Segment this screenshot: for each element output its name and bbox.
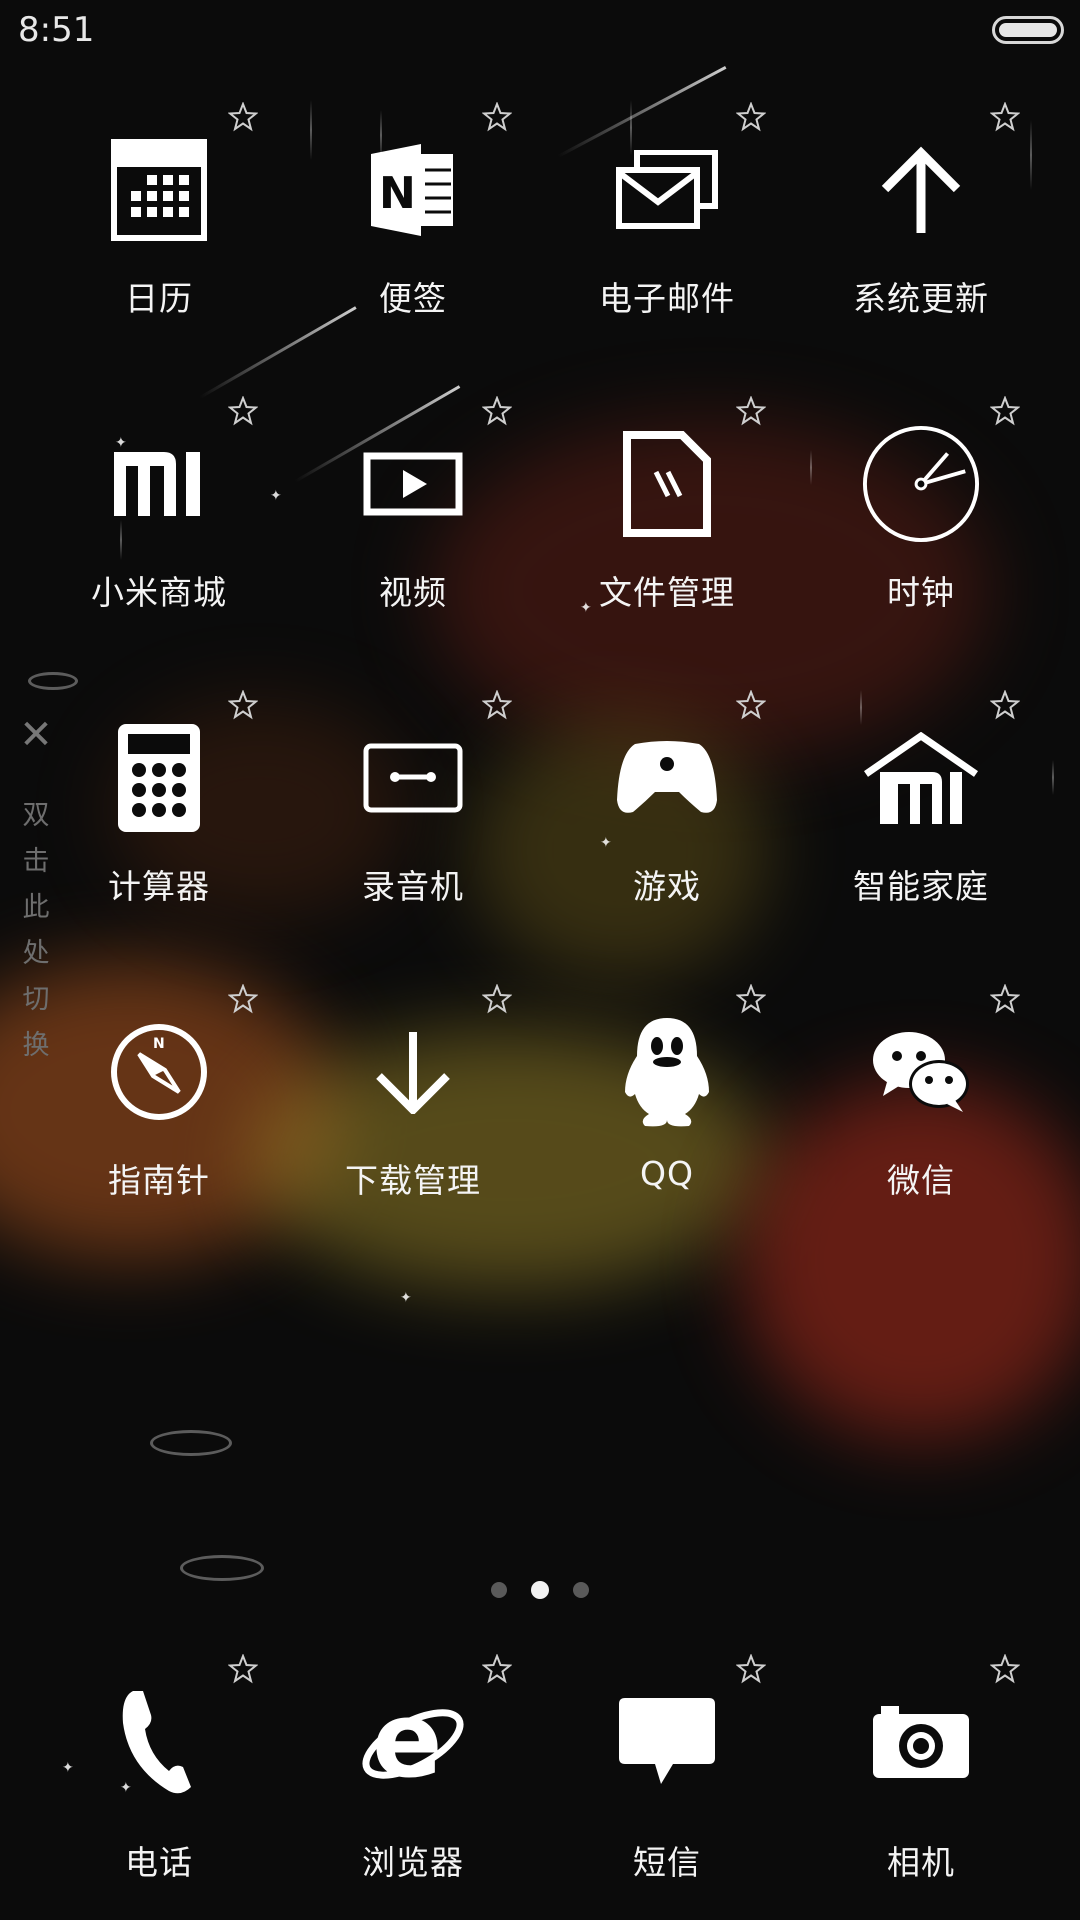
dock-app-phone[interactable]: 电话 <box>32 1642 286 1884</box>
app-label: 指南针 <box>108 1161 210 1200</box>
star-icon <box>736 102 766 132</box>
calculator-icon <box>99 718 219 838</box>
video-play-icon <box>353 424 473 544</box>
app-qq[interactable]: QQ <box>540 972 794 1266</box>
clock-icon <box>861 424 981 544</box>
app-label: 计算器 <box>108 867 210 906</box>
app-label: 游戏 <box>633 867 701 906</box>
smart-home-icon <box>861 718 981 838</box>
app-label: 日历 <box>125 279 193 318</box>
app-label: 视频 <box>379 573 447 612</box>
app-recorder[interactable]: 录音机 <box>286 678 540 972</box>
star-icon <box>482 102 512 132</box>
dock-app-browser[interactable]: e 浏览器 <box>286 1642 540 1884</box>
battery-icon <box>992 16 1064 44</box>
app-clock[interactable]: 时钟 <box>794 384 1048 678</box>
star-icon <box>736 690 766 720</box>
star-icon <box>482 1654 512 1684</box>
app-label: 便签 <box>379 279 447 318</box>
phone-icon <box>99 1682 219 1802</box>
browser-e-icon: e <box>353 1682 473 1802</box>
app-label: 电话 <box>125 1843 193 1882</box>
arrow-up-icon <box>861 130 981 250</box>
dock: 电话 e 浏览器 短信 相机 <box>0 1642 1080 1884</box>
dock-app-camera[interactable]: 相机 <box>794 1642 1048 1884</box>
app-label: 录音机 <box>362 867 464 906</box>
mi-logo-icon <box>99 424 219 544</box>
page-dot[interactable] <box>491 1582 507 1598</box>
page-dot[interactable] <box>573 1582 589 1598</box>
app-mi-store[interactable]: 小米商城 <box>32 384 286 678</box>
app-notes[interactable]: N 便签 <box>286 90 540 384</box>
app-file-manager[interactable]: 文件管理 <box>540 384 794 678</box>
star-icon <box>228 396 258 426</box>
app-label: 文件管理 <box>599 573 735 612</box>
star-icon <box>482 396 512 426</box>
svg-text:N: N <box>379 168 416 219</box>
star-icon <box>990 690 1020 720</box>
app-label: 浏览器 <box>362 1843 464 1882</box>
app-wechat[interactable]: 微信 <box>794 972 1048 1266</box>
star-icon <box>736 396 766 426</box>
onenote-icon: N <box>353 130 473 250</box>
app-games[interactable]: 游戏 <box>540 678 794 972</box>
app-label: 微信 <box>887 1161 955 1200</box>
star-icon <box>990 1654 1020 1684</box>
app-label: 系统更新 <box>853 279 989 318</box>
app-label: QQ <box>640 1154 694 1193</box>
star-icon <box>990 984 1020 1014</box>
app-video[interactable]: 视频 <box>286 384 540 678</box>
star-icon <box>228 984 258 1014</box>
app-calendar[interactable]: 日历 <box>32 90 286 384</box>
app-download-manager[interactable]: 下载管理 <box>286 972 540 1266</box>
app-label: 电子邮件 <box>599 279 735 318</box>
compass-icon: N <box>99 1012 219 1132</box>
message-icon <box>607 1682 727 1802</box>
email-icon <box>607 130 727 250</box>
app-label: 短信 <box>633 1843 701 1882</box>
download-arrow-icon <box>353 1012 473 1132</box>
page-indicator[interactable] <box>0 1581 1080 1599</box>
wechat-icon <box>861 1012 981 1132</box>
app-label: 相机 <box>887 1843 955 1882</box>
star-icon <box>990 396 1020 426</box>
dock-app-messages[interactable]: 短信 <box>540 1642 794 1884</box>
star-icon <box>228 1654 258 1684</box>
app-compass[interactable]: N 指南针 <box>32 972 286 1266</box>
app-calculator[interactable]: 计算器 <box>32 678 286 972</box>
star-icon <box>482 984 512 1014</box>
app-label: 下载管理 <box>345 1161 481 1200</box>
status-time: 8:51 <box>18 10 95 50</box>
app-label: 时钟 <box>887 573 955 612</box>
cassette-icon <box>353 718 473 838</box>
calendar-icon <box>99 130 219 250</box>
app-label: 智能家庭 <box>853 867 989 906</box>
star-icon <box>482 690 512 720</box>
app-label: 小米商城 <box>91 573 227 612</box>
star-icon <box>990 102 1020 132</box>
file-icon <box>607 424 727 544</box>
app-email[interactable]: 电子邮件 <box>540 90 794 384</box>
qq-penguin-icon <box>607 1012 727 1132</box>
star-icon <box>228 690 258 720</box>
svg-text:N: N <box>153 1036 165 1052</box>
gamepad-icon <box>607 718 727 838</box>
star-icon <box>736 984 766 1014</box>
star-icon <box>228 102 258 132</box>
star-icon <box>736 1654 766 1684</box>
app-grid: 日历 N 便签 电子邮件 系统更新 小米商城 视频 文件管理 时钟 计算器 录音… <box>0 90 1080 1266</box>
app-system-update[interactable]: 系统更新 <box>794 90 1048 384</box>
page-dot-active[interactable] <box>531 1581 549 1599</box>
camera-icon <box>861 1682 981 1802</box>
app-smart-home[interactable]: 智能家庭 <box>794 678 1048 972</box>
